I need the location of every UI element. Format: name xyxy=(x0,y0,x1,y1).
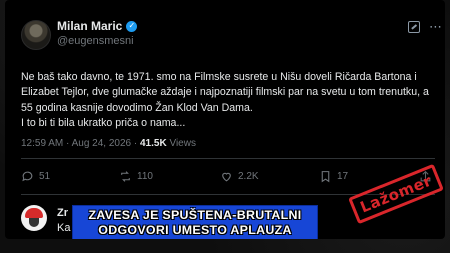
more-options-icon[interactable]: ⋯ xyxy=(429,19,443,35)
views-count: 41.5K xyxy=(139,138,167,149)
display-name[interactable]: Milan Maric xyxy=(57,19,122,33)
repost-icon xyxy=(121,171,130,182)
repost-count: 110 xyxy=(137,171,153,182)
views-label: Views xyxy=(166,138,196,149)
post-meta: 12:59 AM · Aug 24, 2026 · 41.5K Views xyxy=(21,138,196,149)
post-timestamp[interactable]: 12:59 AM · Aug 24, 2026 · xyxy=(21,138,140,149)
handle[interactable]: @eugensmesni xyxy=(57,35,134,47)
post-text: Ne baš tako davno, te 1971. smo na Films… xyxy=(21,71,429,129)
grok-icon[interactable] xyxy=(408,21,420,33)
headline-banner: ZAVESA JE SPUŠTENA-BRUTALNI ODGOVORI UME… xyxy=(72,205,318,239)
bookmark-button[interactable]: 17 xyxy=(319,170,348,183)
action-bar: 51 110 2.2K 17 xyxy=(21,170,439,188)
like-count: 2.2K xyxy=(238,171,259,182)
headline-line-2: ODGOVORI UMESTO APLAUZA xyxy=(98,223,292,237)
reply-avatar[interactable] xyxy=(21,205,47,231)
divider xyxy=(21,158,435,159)
headline-line-1: ZAVESA JE SPUŠTENA-BRUTALNI xyxy=(88,208,302,222)
reply-count: 51 xyxy=(39,171,51,182)
reply-icon xyxy=(22,171,33,182)
author-row: Milan Maric ✓ xyxy=(57,19,138,33)
reply-text: Ka xyxy=(57,222,71,234)
tweet-card: Milan Maric ✓ @eugensmesni ⋯ Ne baš tako… xyxy=(5,0,445,239)
repost-button[interactable]: 110 xyxy=(119,170,153,183)
bookmark-icon xyxy=(321,171,330,183)
reply-button[interactable]: 51 xyxy=(21,170,50,183)
like-button[interactable]: 2.2K xyxy=(220,170,259,183)
bookmark-count: 17 xyxy=(337,171,349,182)
heart-icon xyxy=(222,172,231,182)
reply-author-name[interactable]: Zr xyxy=(57,207,68,219)
avatar[interactable] xyxy=(21,20,51,50)
verified-badge-icon: ✓ xyxy=(126,20,138,32)
